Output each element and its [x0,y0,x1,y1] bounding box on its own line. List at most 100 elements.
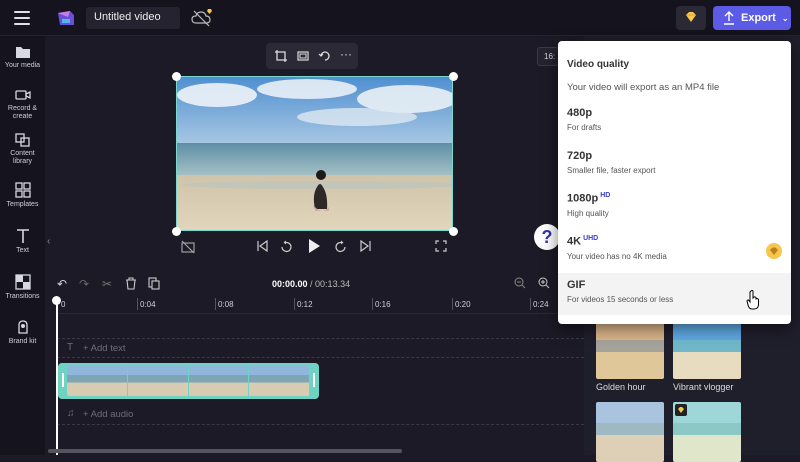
sidebar-item-text[interactable]: Text [0,228,45,255]
option-sub: Smaller file, faster export [567,166,656,175]
timeline-scrollbar[interactable] [48,449,402,453]
filter-thumb[interactable] [673,319,741,379]
sidebar-item-transitions[interactable]: Transitions [0,274,45,301]
more-icon[interactable]: ··· [340,48,354,63]
filter-thumb[interactable] [596,319,664,379]
collapse-panel-button[interactable]: ‹ [47,236,55,256]
music-icon: ♫ [67,408,75,419]
add-text-label: + Add text [83,343,126,354]
ruler-tick: 0:16 [375,300,391,309]
sidebar-item-label: Brand kit [8,338,37,345]
filter-label: Golden hour [596,382,646,392]
text-track[interactable]: T + Add text [57,338,584,358]
ruler-line [215,298,216,310]
delete-icon[interactable] [125,277,139,291]
resize-handle-br[interactable] [449,227,458,236]
premium-gem-icon [766,243,782,259]
rotate-icon[interactable] [318,49,332,63]
caption-off-icon[interactable] [181,240,195,257]
ruler-tick: 0:24 [533,300,549,309]
ruler-line [372,298,373,310]
ruler-line [530,298,531,310]
premium-button[interactable] [676,6,706,30]
option-title: 480p [567,107,593,119]
ruler-tick: 0:04 [140,300,156,309]
add-audio-label: + Add audio [83,409,134,420]
option-sub: For drafts [567,123,602,132]
menu-heading: Video quality [567,59,630,70]
video-clip[interactable] [58,363,319,399]
cloud-sync-off-icon[interactable] [190,8,214,28]
clip-trim-left[interactable] [62,373,64,387]
aspect-ratio-button[interactable]: 16: [537,47,559,66]
clip-thumbnails [67,366,310,396]
playback-controls [176,238,453,258]
sidebar-item-label: Templates [6,201,39,208]
sidebar-item-label: Content library [10,150,35,165]
timecode: 00:00.00 / 00:13.34 [272,279,350,289]
menu-subheading: Your video will export as an MP4 file [567,82,720,93]
clip-trim-right[interactable] [313,373,315,387]
option-4k[interactable]: 4K UHD Your video has no 4K media [558,229,791,271]
split-icon[interactable]: ✂ [102,277,116,291]
sidebar-item-your-media[interactable]: Your media [0,45,45,70]
sidebar-item-label: Text [16,247,29,254]
hd-badge: HD [600,192,611,199]
redo-icon[interactable]: ↷ [79,277,93,291]
option-title: 720p [567,150,593,162]
export-label: Export [741,12,776,24]
ruler-line [137,298,138,310]
help-button[interactable]: ? [534,224,560,250]
filter-label: Vibrant vlogger [673,382,734,392]
video-preview[interactable] [176,76,453,231]
skip-back-icon[interactable] [256,239,268,255]
sidebar-item-record-create[interactable]: Record & create [0,88,45,121]
export-icon [724,11,734,25]
transitions-icon [14,274,31,290]
sidebar-item-label: Record & create [7,105,38,120]
uhd-badge: UHD [583,235,599,242]
duration: / 00:13.34 [310,279,351,289]
resize-handle-tl[interactable] [172,72,181,81]
option-1080p[interactable]: 1080p HD High quality [558,186,791,228]
ruler-tick: 0 [61,300,66,309]
undo-icon[interactable]: ↶ [57,277,71,291]
rewind-5-icon[interactable] [279,240,293,257]
zoom-in-icon[interactable] [538,277,552,291]
fullscreen-icon[interactable] [435,240,447,255]
audio-track[interactable]: ♫ + Add audio [57,405,584,425]
fit-icon[interactable] [296,49,310,63]
crop-icon[interactable] [274,49,288,63]
option-sub: High quality [567,208,609,218]
skip-forward-icon[interactable] [360,239,372,255]
text-icon [16,229,29,243]
filter-thumb[interactable] [673,402,741,462]
duplicate-icon[interactable] [148,277,162,291]
resize-handle-tr[interactable] [449,72,458,81]
sidebar: Your media Record & create Content libra… [0,36,45,455]
option-title-wrap: 4K UHD [567,235,782,248]
sidebar-item-brand-kit[interactable]: Brand kit [0,319,45,346]
playhead[interactable] [56,299,58,455]
folder-icon [15,47,30,58]
forward-5-icon[interactable] [334,240,348,257]
option-title-wrap: 1080p HD [567,192,782,205]
text-icon: T [67,342,74,353]
timeline-ruler: 0 0:04 0:08 0:12 0:16 0:20 0:24 [57,296,584,314]
export-button[interactable]: Export ⌄ [713,6,791,30]
sidebar-item-content-library[interactable]: Content library [0,133,45,166]
option-480p[interactable]: 480p For drafts [558,101,791,143]
ruler-line [452,298,453,310]
play-icon[interactable] [307,238,321,257]
option-title: 4K [567,235,582,248]
option-sub: Your video has no 4K media [567,251,667,261]
export-quality-menu: Video quality Your video will export as … [558,41,791,324]
menu-icon[interactable] [14,11,30,25]
zoom-out-icon[interactable] [514,277,528,291]
option-720p[interactable]: 720p Smaller file, faster export [558,144,791,186]
sidebar-item-label: Your media [4,62,41,69]
project-title-input[interactable]: Untitled video [86,7,180,29]
resize-handle-bl[interactable] [172,227,181,236]
sidebar-item-templates[interactable]: Templates [0,182,45,209]
filter-thumb[interactable] [596,402,664,462]
